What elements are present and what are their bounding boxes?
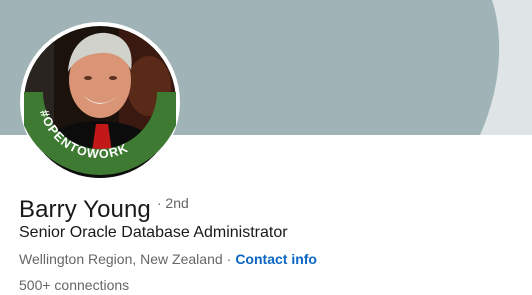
profile-avatar[interactable]: #OPENTOWORK	[20, 22, 180, 182]
location-row: Wellington Region, New Zealand · Contact…	[19, 251, 317, 267]
location-separator: ·	[226, 251, 232, 267]
avatar-photo: #OPENTOWORK	[24, 26, 176, 178]
connection-degree: · 2nd	[156, 195, 189, 211]
connections-count[interactable]: 500+ connections	[19, 277, 129, 293]
profile-card: #OPENTOWORK Barry Young · 2nd Senior Ora…	[0, 0, 532, 295]
profile-location: Wellington Region, New Zealand	[19, 251, 223, 267]
contact-info-link[interactable]: Contact info	[235, 251, 317, 267]
profile-name: Barry Young	[19, 196, 151, 223]
profile-headline: Senior Oracle Database Administrator	[19, 224, 288, 241]
